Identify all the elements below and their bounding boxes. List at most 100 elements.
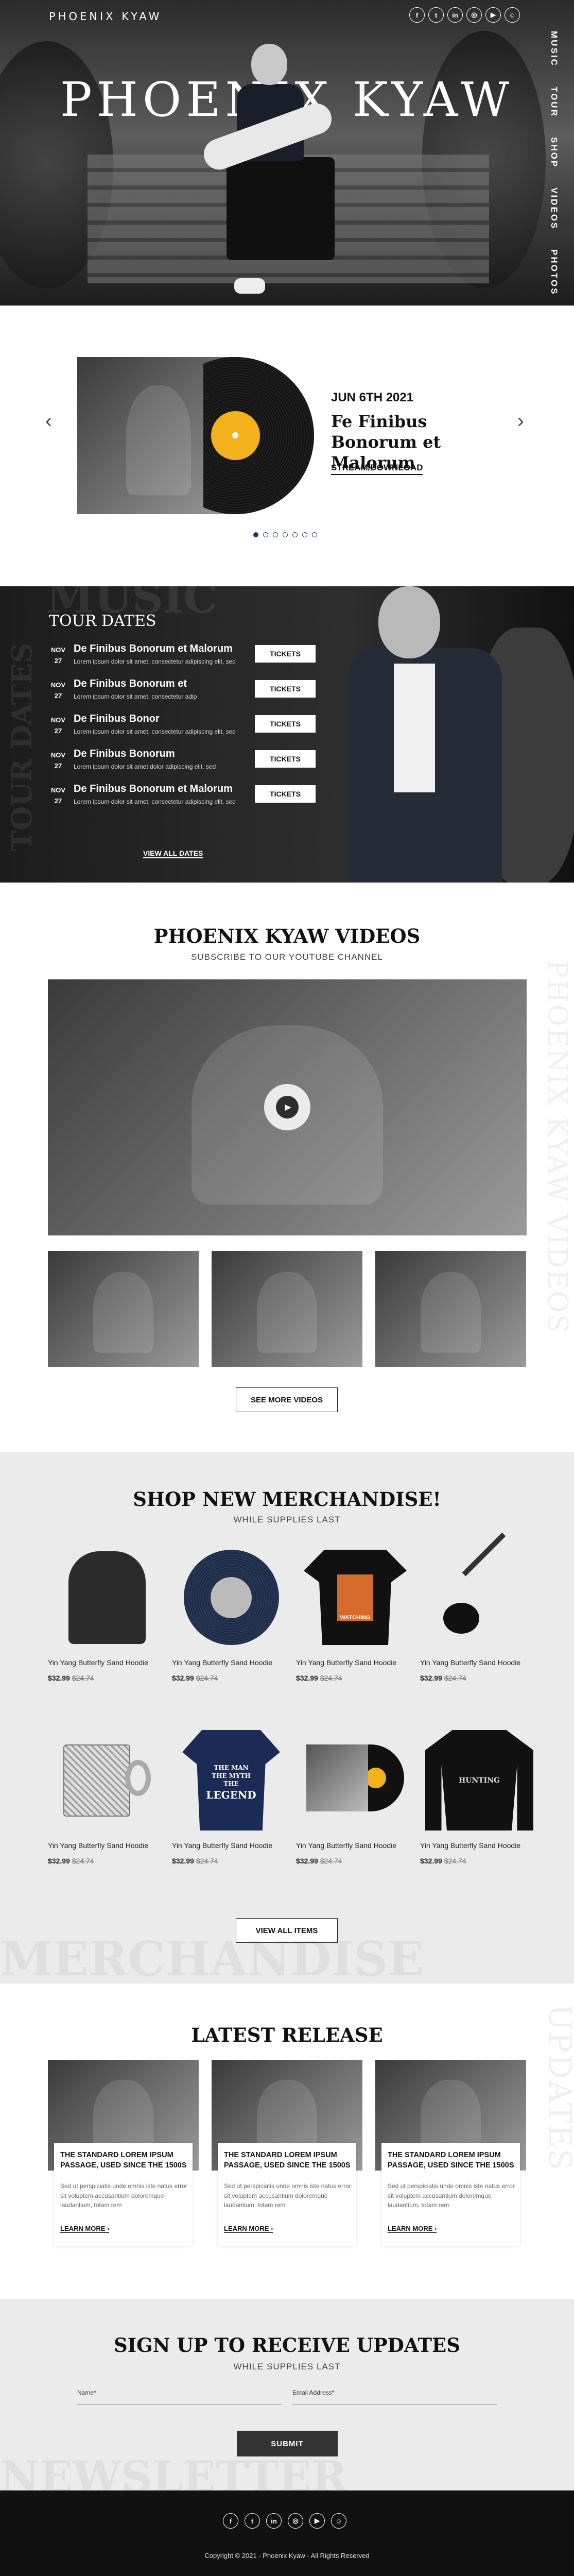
learn-more-link[interactable]: LEARN MORE › bbox=[60, 2225, 110, 2233]
learn-more-link[interactable]: LEARN MORE › bbox=[224, 2225, 273, 2233]
linkedin-icon[interactable]: in bbox=[447, 7, 463, 23]
side-nav-music[interactable]: MUSIC bbox=[549, 31, 559, 67]
carousel-dot[interactable] bbox=[312, 532, 317, 537]
name-field[interactable]: Name* bbox=[77, 2389, 282, 2404]
product-name[interactable]: Yin Yang Butterfly Sand Hoodie bbox=[48, 1841, 148, 1850]
tour-row: NOV 27 De Finibus Bonorum et Malorum Lorem … bbox=[49, 783, 327, 815]
tickets-button[interactable]: TICKETS bbox=[255, 785, 316, 803]
tour-description: Lorem ipsum dolor sit amet dolor adipisc… bbox=[74, 763, 216, 770]
tour-row: NOV 27 De Finibus Bonor Lorem ipsum dolor s… bbox=[49, 713, 327, 745]
sale-price: $32.99 bbox=[172, 1674, 194, 1682]
sale-price: $32.99 bbox=[48, 1857, 70, 1865]
product-name[interactable]: Yin Yang Butterfly Sand Hoodie bbox=[420, 1658, 520, 1667]
carousel-dot[interactable] bbox=[273, 532, 278, 537]
product-price: $32.99 $24.74 bbox=[420, 1674, 466, 1682]
email-field[interactable]: Email Address* bbox=[292, 2389, 497, 2404]
guitar-icon bbox=[420, 1532, 538, 1653]
carousel-next-button[interactable]: › bbox=[517, 411, 524, 431]
side-nav-videos[interactable]: VIDEOS bbox=[549, 188, 559, 230]
original-price: $24.74 bbox=[444, 1857, 466, 1865]
product-price: $32.99 $24.74 bbox=[296, 1857, 342, 1865]
tickets-button[interactable]: TICKETS bbox=[255, 750, 316, 768]
product-card[interactable]: THE MAN THE MYTH THE LEGEND Yin Yang Butterf… bbox=[172, 1725, 290, 1895]
learn-more-link[interactable]: LEARN MORE › bbox=[388, 2225, 437, 2233]
product-card[interactable]: Yin Yang Butterfly Sand Hoodie $32.99 $24.… bbox=[296, 1725, 414, 1895]
product-name[interactable]: Yin Yang Butterfly Sand Hoodie bbox=[296, 1658, 396, 1667]
twitter-icon[interactable]: t bbox=[245, 2513, 260, 2529]
youtube-icon[interactable]: ▶ bbox=[485, 7, 501, 23]
footer: f t in ◎ ▶ ☺ Copyright © 2021 - Phoenix Kyaw … bbox=[0, 2490, 574, 2576]
signup-subtitle: WHILE SUPPLIES LAST bbox=[233, 2362, 341, 2371]
instagram-icon[interactable]: ◎ bbox=[288, 2513, 303, 2529]
product-card[interactable]: Yin Yang Butterfly Sand Hoodie $32.99 $24.… bbox=[48, 1542, 166, 1712]
product-card[interactable]: Yin Yang Butterfly Sand Hoodie $32.99 $24.… bbox=[420, 1532, 538, 1712]
product-price: $32.99 $24.74 bbox=[48, 1674, 94, 1682]
email-field-label: Email Address* bbox=[292, 2389, 335, 2396]
release-card-description: Sed ut perspiciatis unde omnis iste natu… bbox=[60, 2182, 187, 2209]
tickets-button[interactable]: TICKETS bbox=[255, 715, 316, 733]
product-name[interactable]: Yin Yang Butterfly Sand Hoodie bbox=[48, 1658, 148, 1667]
product-name[interactable]: Yin Yang Butterfly Sand Hoodie bbox=[172, 1658, 272, 1667]
carousel-dot[interactable] bbox=[292, 532, 298, 537]
carousel-dot[interactable] bbox=[302, 532, 307, 537]
original-price: $24.74 bbox=[320, 1857, 342, 1865]
videos-subtitle: SUBSCRIBE TO OUR YOUTUBE CHANNEL bbox=[190, 952, 384, 962]
release-card-title: THE STANDARD LOREM IPSUM PASSAGE, USED S… bbox=[388, 2151, 514, 2170]
tickets-button[interactable]: TICKETS bbox=[255, 680, 316, 698]
facebook-icon[interactable]: f bbox=[409, 7, 425, 23]
snapchat-icon[interactable]: ☺ bbox=[505, 7, 520, 23]
video-thumbnail[interactable] bbox=[48, 1251, 199, 1367]
signup-section: SIGN UP TO RECEIVE UPDATES WHILE SUPPLIE… bbox=[0, 2299, 574, 2490]
album-icon bbox=[296, 1725, 414, 1836]
tour-date: NOV 27 bbox=[49, 715, 67, 737]
carousel-dots bbox=[253, 532, 317, 537]
sale-price: $32.99 bbox=[420, 1674, 442, 1682]
release-card-description: Sed ut perspiciatis unde omnis iste natu… bbox=[224, 2182, 351, 2209]
release-card-panel: THE STANDARD LOREM IPSUM PASSAGE, USED S… bbox=[54, 2143, 193, 2246]
product-name[interactable]: Yin Yang Butterfly Sand Hoodie bbox=[420, 1841, 520, 1850]
name-field-label: Name* bbox=[77, 2389, 96, 2396]
view-all-dates-link[interactable]: VIEW ALL DATES bbox=[143, 849, 203, 858]
carousel-dot[interactable] bbox=[263, 532, 268, 537]
product-card[interactable]: Yin Yang Butterfly Sand Hoodie $32.99 $24.… bbox=[48, 1725, 166, 1895]
carousel-dot[interactable] bbox=[253, 532, 258, 537]
video-thumbnail[interactable] bbox=[375, 1251, 526, 1367]
ghost-text-videos: PHOENIX KYAW VIDEOS bbox=[542, 960, 572, 1334]
carousel-prev-button[interactable]: ‹ bbox=[45, 411, 52, 431]
see-more-videos-button[interactable]: SEE MORE VIDEOS bbox=[236, 1387, 338, 1412]
product-card[interactable]: Yin Yang Butterfly Sand Hoodie $32.99 $24.… bbox=[172, 1542, 290, 1712]
original-price: $24.74 bbox=[320, 1674, 342, 1682]
latest-title: LATEST RELEASE bbox=[191, 2024, 383, 2046]
side-nav-shop[interactable]: SHOP bbox=[549, 137, 559, 168]
tour-artist-photo bbox=[342, 586, 574, 883]
site-logo[interactable]: PHOENIX KYAW bbox=[49, 10, 162, 23]
play-button[interactable]: ▶ bbox=[264, 1084, 310, 1130]
release-card-panel: THE STANDARD LOREM IPSUM PASSAGE, USED S… bbox=[381, 2143, 520, 2246]
side-nav-tour[interactable]: TOUR bbox=[549, 87, 559, 117]
tour-day: 27 bbox=[54, 796, 62, 805]
copyright: Copyright © 2021 - Phoenix Kyaw - All Ri… bbox=[204, 2552, 370, 2560]
stream-download-link[interactable]: STREAM/DOWNLOAD bbox=[331, 463, 423, 475]
youtube-icon[interactable]: ▶ bbox=[309, 2513, 325, 2529]
tickets-button[interactable]: TICKETS bbox=[255, 645, 316, 663]
original-price: $24.74 bbox=[444, 1674, 466, 1682]
featured-video[interactable]: ▶ bbox=[48, 979, 527, 1235]
tour-month: NOV bbox=[50, 681, 66, 689]
side-nav-photos[interactable]: PHOTOS bbox=[549, 249, 559, 295]
tour-venue: De Finibus Bonorum et Malorum bbox=[74, 783, 233, 794]
product-name[interactable]: Yin Yang Butterfly Sand Hoodie bbox=[172, 1841, 272, 1850]
product-card[interactable]: WATCHING Yin Yang Butterfly Sand Hoodie $3… bbox=[296, 1542, 414, 1712]
twitter-icon[interactable]: t bbox=[428, 7, 444, 23]
snapchat-icon[interactable]: ☺ bbox=[331, 2513, 346, 2529]
video-thumbnail[interactable] bbox=[212, 1251, 362, 1367]
linkedin-icon[interactable]: in bbox=[266, 2513, 282, 2529]
carousel-dot[interactable] bbox=[283, 532, 288, 537]
tour-description: Lorem ipsum dolor sit amet, consectetur … bbox=[74, 693, 197, 700]
ghost-text-tour-dates: TOUR DATES bbox=[5, 643, 38, 852]
mug-icon bbox=[48, 1725, 166, 1836]
product-name[interactable]: Yin Yang Butterfly Sand Hoodie bbox=[296, 1841, 396, 1850]
product-card[interactable]: HUNTING Yin Yang Butterfly Sand Hoodie $32… bbox=[420, 1725, 538, 1895]
instagram-icon[interactable]: ◎ bbox=[466, 7, 482, 23]
facebook-icon[interactable]: f bbox=[223, 2513, 238, 2529]
tour-section: MUSIC TOUR DATES TOUR DATES NOV 27 De Fini… bbox=[0, 586, 574, 883]
